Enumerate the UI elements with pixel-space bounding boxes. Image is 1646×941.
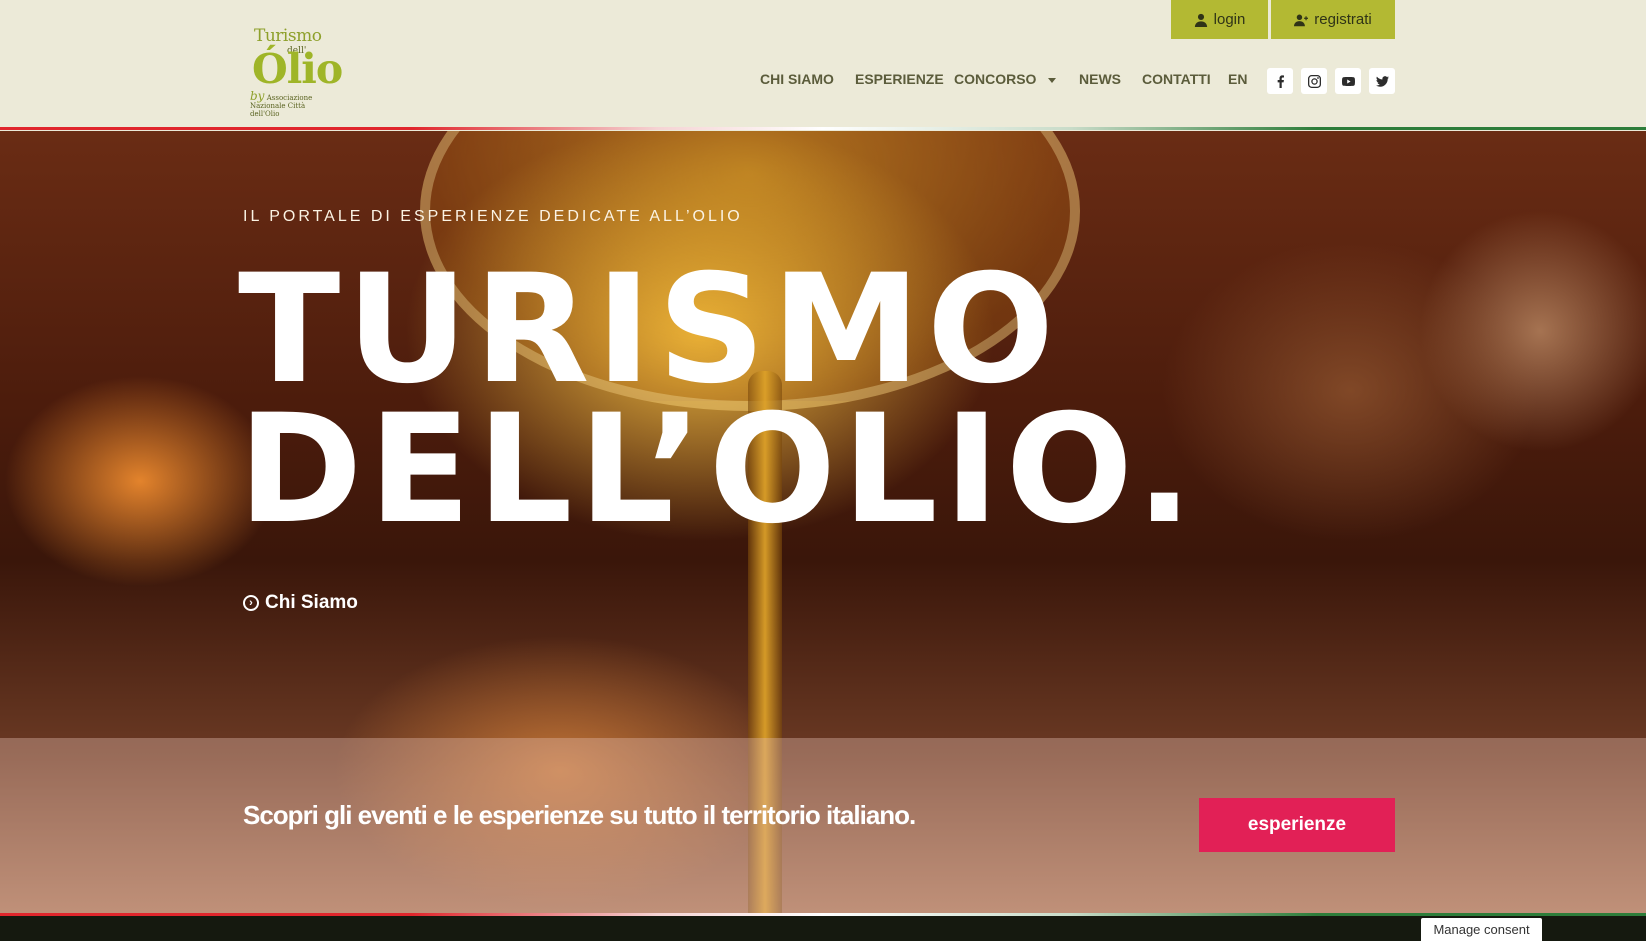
- facebook-icon: [1277, 74, 1284, 88]
- youtube-link[interactable]: [1335, 68, 1361, 94]
- logo-by: by: [250, 89, 265, 103]
- logo-line-olio: Ólio: [252, 45, 343, 93]
- nav-chi-siamo[interactable]: CHI SIAMO: [760, 71, 834, 87]
- youtube-icon: [1341, 76, 1355, 86]
- hero-title-line-2: DELL’OLIO.: [238, 383, 1199, 557]
- register-button[interactable]: registrati: [1271, 0, 1395, 39]
- site-header: Turismo dell' Ólio by Associazione Nazio…: [0, 0, 1646, 128]
- twitter-link[interactable]: [1369, 68, 1395, 94]
- hero-title-line-1: TURISMO: [238, 243, 1061, 417]
- nav-news[interactable]: NEWS: [1079, 71, 1121, 87]
- nav-esperienze[interactable]: ESPERIENZE: [855, 71, 944, 87]
- chevron-down-icon: [1048, 77, 1057, 83]
- tricolor-divider-top: [0, 127, 1646, 130]
- facebook-link[interactable]: [1267, 68, 1293, 94]
- chevron-right-circle-icon: ›: [243, 595, 259, 611]
- nav-contatti[interactable]: CONTATTI: [1142, 71, 1211, 87]
- instagram-link[interactable]: [1301, 68, 1327, 94]
- instagram-icon: [1307, 74, 1321, 88]
- user-icon: [1194, 13, 1207, 27]
- chi-siamo-label: Chi Siamo: [265, 592, 358, 613]
- login-label: login: [1213, 11, 1246, 28]
- login-button[interactable]: login: [1171, 0, 1268, 39]
- hero-eyebrow: IL PORTALE DI ESPERIENZE DEDICATE ALL’OL…: [243, 208, 743, 225]
- esperienze-button[interactable]: esperienze: [1199, 798, 1395, 852]
- site-logo[interactable]: Turismo dell' Ólio by Associazione Nazio…: [250, 24, 343, 118]
- footer-bar: [0, 916, 1646, 941]
- language-switch[interactable]: EN: [1228, 71, 1247, 87]
- logo-byline: by Associazione Nazionale Città dell'Oli…: [250, 89, 330, 119]
- twitter-icon: [1375, 75, 1389, 87]
- logo-line-turismo: Turismo: [254, 26, 322, 46]
- manage-consent-button[interactable]: Manage consent: [1421, 918, 1542, 941]
- nav-concorso-label: CONCORSO: [954, 71, 1037, 87]
- user-plus-icon: [1294, 14, 1309, 26]
- cta-band-text: Scopri gli eventi e le esperienze su tut…: [243, 800, 916, 830]
- register-label: registrati: [1314, 11, 1372, 28]
- nav-concorso[interactable]: CONCORSO: [954, 71, 1057, 87]
- chi-siamo-link[interactable]: › Chi Siamo: [243, 592, 358, 614]
- hero-title: TURISMO DELL’OLIO.: [238, 243, 1199, 557]
